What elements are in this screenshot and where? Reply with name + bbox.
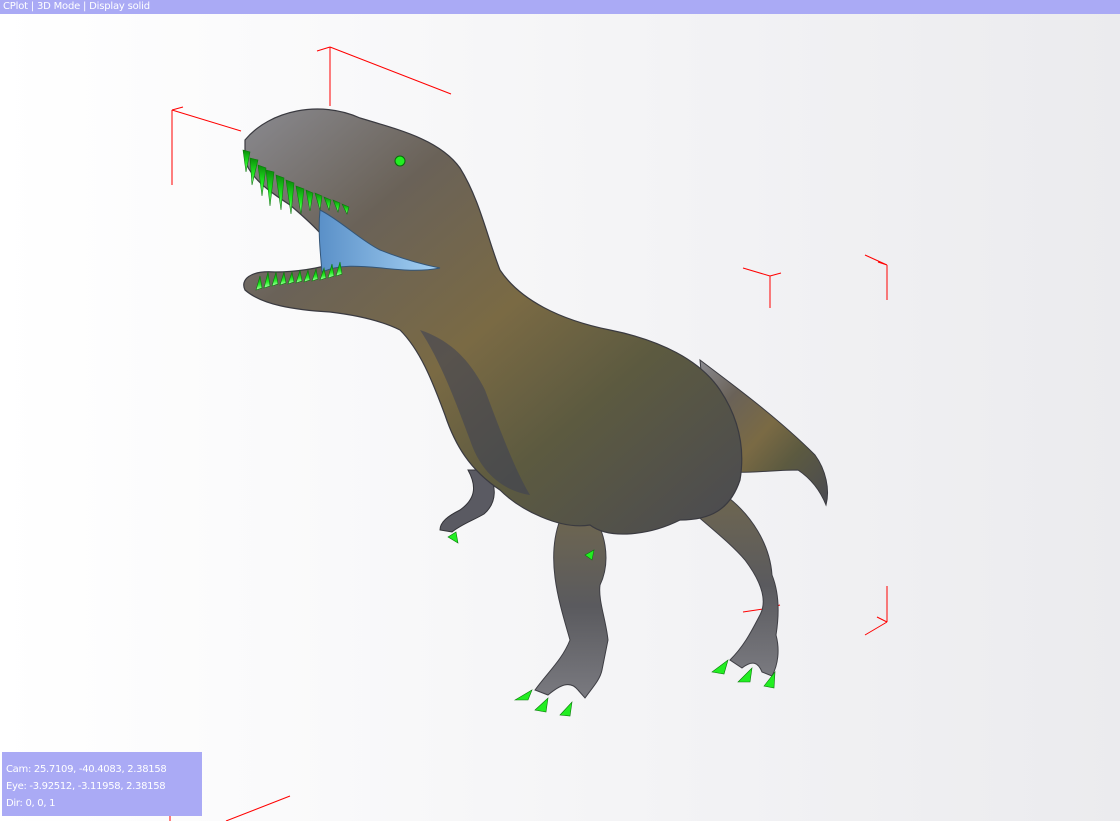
eye — [394, 155, 406, 167]
title-bar: CPlot | 3D Mode | Display solid — [0, 0, 1120, 14]
scene-canvas[interactable] — [0, 14, 1120, 821]
claws — [447, 531, 776, 717]
3d-viewport[interactable]: Cam: 25.7109, -40.4083, 2.38158 Eye: -3.… — [0, 14, 1120, 821]
camera-info-panel: Cam: 25.7109, -40.4083, 2.38158 Eye: -3.… — [2, 752, 202, 816]
right-leg — [678, 494, 779, 677]
dir-readout: Dir: 0, 0, 1 — [6, 798, 56, 809]
trex-model — [242, 108, 829, 717]
left-leg — [534, 514, 609, 699]
eye-readout: Eye: -3.92512, -3.11958, 2.38158 — [6, 781, 166, 792]
cam-readout: Cam: 25.7109, -40.4083, 2.38158 — [6, 764, 167, 775]
cplot-window: CPlot | 3D Mode | Display solid Cam: 25.… — [0, 0, 1120, 821]
